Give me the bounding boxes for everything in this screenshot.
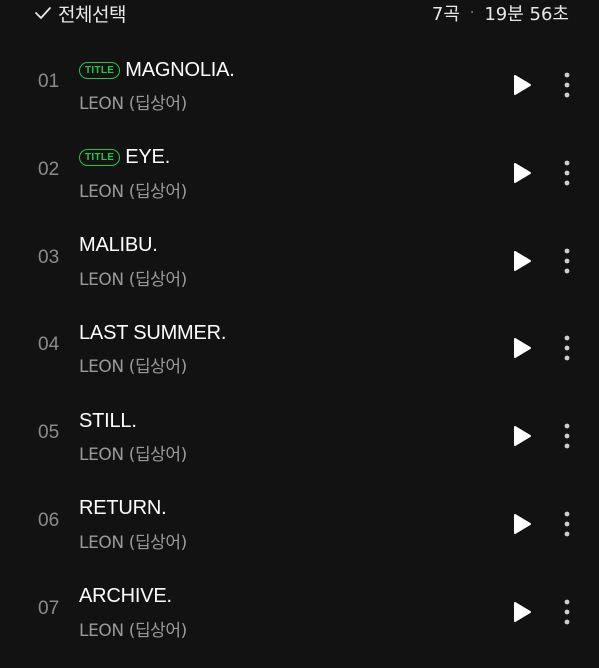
more-vertical-icon[interactable] [557,422,577,450]
more-vertical-icon[interactable] [557,598,577,626]
track-row[interactable]: 01 TITLE MAGNOLIA. LEON (딥상어) [0,41,599,129]
track-number: 06 [38,509,60,531]
track-title: ARCHIVE. [79,585,172,608]
track-count: 7곡 [431,4,460,25]
track-artist: LEON (딥상어) [79,445,187,466]
track-number: 07 [38,597,60,619]
play-icon[interactable] [511,74,533,96]
select-all-button[interactable]: 전체선택 [34,0,126,26]
track-row[interactable]: 03 MALIBU. LEON (딥상어) [0,217,599,305]
track-artist: LEON (딥상어) [79,357,187,378]
total-duration: 19분 56초 [484,4,569,25]
play-icon[interactable] [511,425,533,447]
more-vertical-icon[interactable] [557,159,577,187]
title-badge: TITLE [79,61,121,79]
play-icon[interactable] [511,601,533,623]
track-title-line: ARCHIVE. [79,584,172,610]
track-title-line: TITLE MAGNOLIA. [79,57,235,83]
track-number: 02 [38,158,60,180]
track-row[interactable]: 07 ARCHIVE. LEON (딥상어) [0,568,599,656]
track-title-line: RETURN. [79,496,167,522]
title-badge: TITLE [79,149,121,167]
more-vertical-icon[interactable] [557,247,577,275]
track-artist: LEON (딥상어) [79,620,187,641]
play-icon[interactable] [511,162,533,184]
track-title-line: MALIBU. [79,233,158,259]
more-vertical-icon[interactable] [557,510,577,538]
play-icon[interactable] [511,337,533,359]
track-title: RETURN. [79,497,167,520]
track-list: 01 TITLE MAGNOLIA. LEON (딥상어) 02 TITLE E… [0,41,599,656]
track-list-header: 전체선택 7곡 · 19분 56초 [0,0,599,26]
summary-separator: · [469,5,475,21]
track-number: 05 [38,422,60,444]
track-title: EYE. [125,146,171,169]
track-row[interactable]: 06 RETURN. LEON (딥상어) [0,480,599,568]
track-number: 03 [38,246,60,268]
album-summary: 7곡 · 19분 56초 [432,0,569,26]
track-number: 04 [38,334,60,356]
track-row[interactable]: 05 STILL. LEON (딥상어) [0,392,599,480]
check-icon [35,7,51,19]
track-title: LAST SUMMER. [79,321,227,344]
play-icon[interactable] [511,513,533,535]
play-icon[interactable] [511,250,533,272]
more-vertical-icon[interactable] [557,71,577,99]
more-vertical-icon[interactable] [557,334,577,362]
track-row[interactable]: 04 LAST SUMMER. LEON (딥상어) [0,304,599,392]
track-artist: LEON (딥상어) [79,532,187,553]
track-artist: LEON (딥상어) [79,94,187,114]
track-title: STILL. [79,409,137,432]
track-artist: LEON (딥상어) [79,269,187,290]
track-title: MALIBU. [79,234,158,257]
track-number: 01 [38,71,60,92]
track-title: MAGNOLIA. [125,58,235,81]
track-artist: LEON (딥상어) [79,181,187,202]
track-title-line: STILL. [79,408,137,434]
track-title-line: LAST SUMMER. [79,320,226,346]
track-row[interactable]: 02 TITLE EYE. LEON (딥상어) [0,129,599,217]
track-title-line: TITLE EYE. [79,145,170,171]
select-all-label: 전체선택 [58,3,126,26]
